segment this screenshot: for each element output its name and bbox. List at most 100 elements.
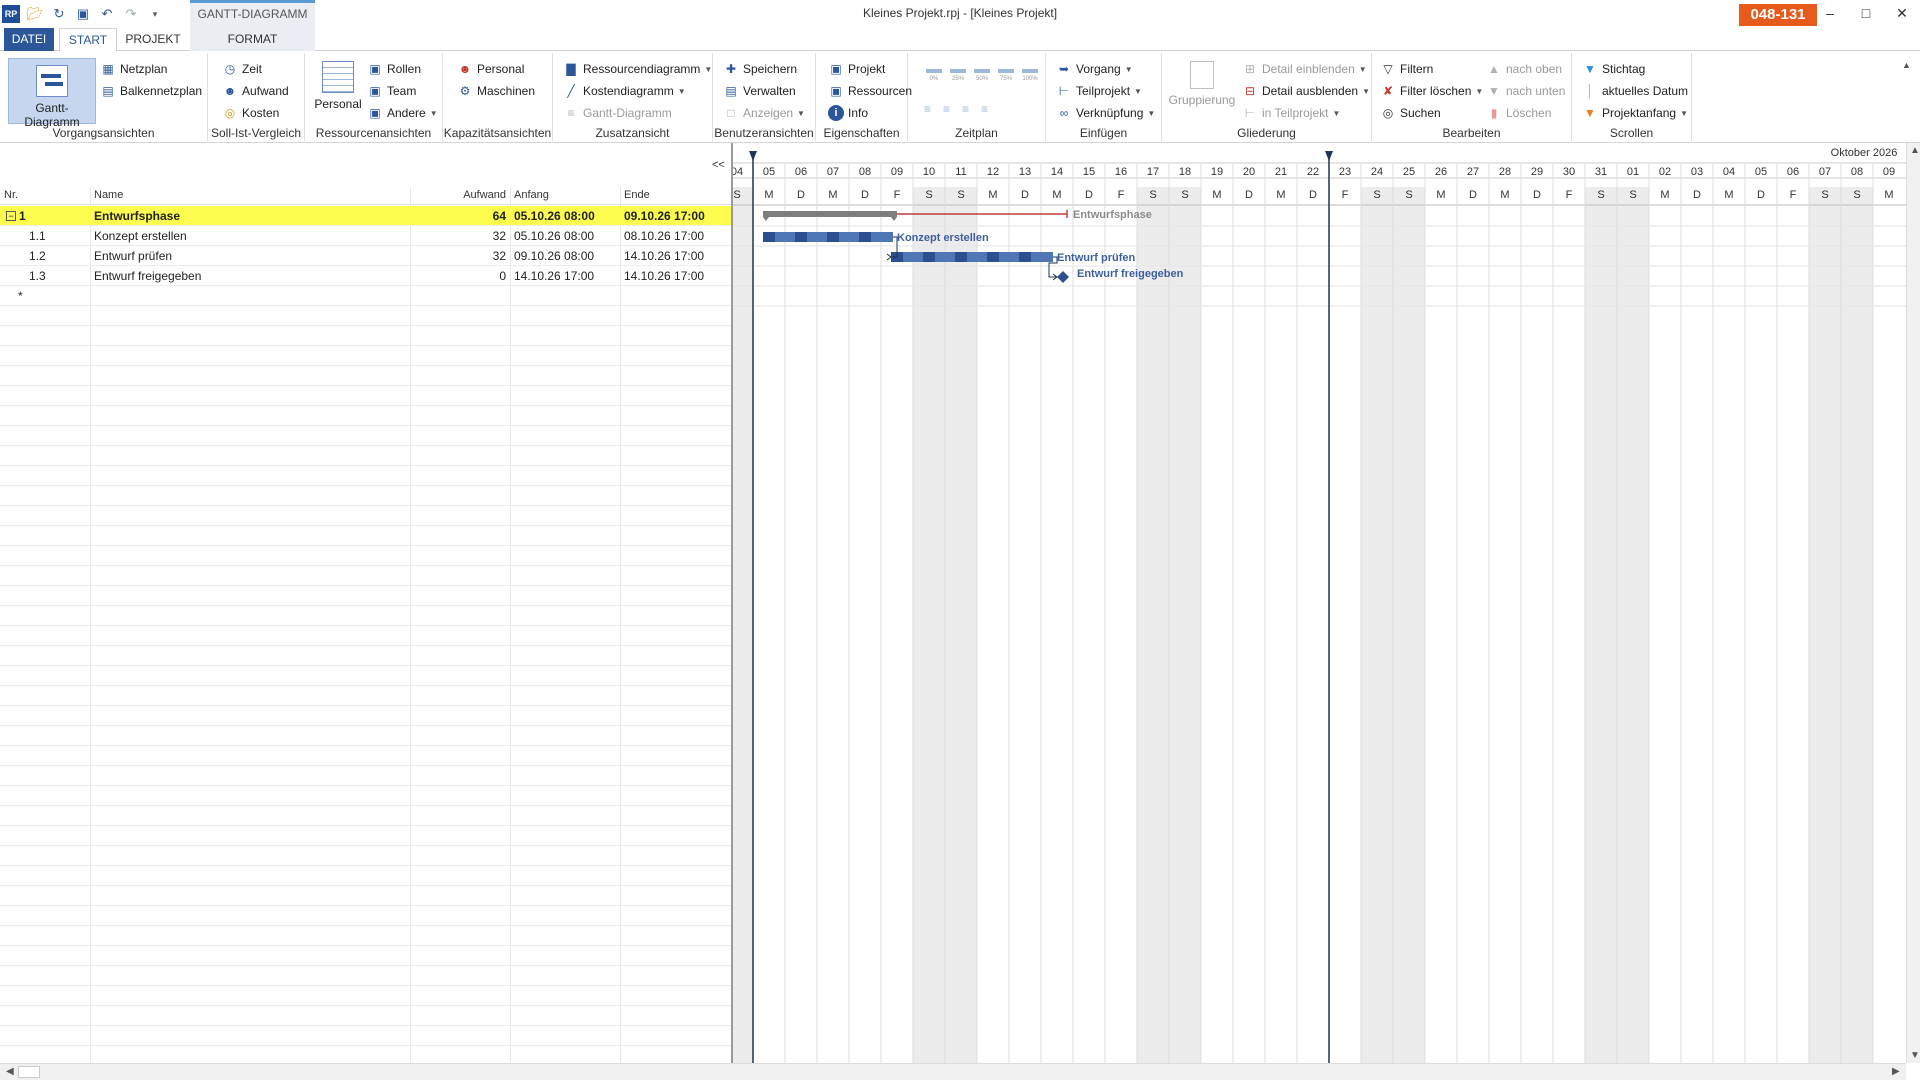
empty-table-row[interactable] — [0, 346, 731, 366]
undo-icon[interactable]: ↶ — [98, 5, 116, 23]
empty-table-row[interactable] — [0, 1006, 731, 1026]
empty-table-row[interactable] — [0, 366, 731, 386]
table-row[interactable]: 1.2 Entwurf prüfen 32 09.10.26 08:00 14.… — [0, 246, 731, 266]
empty-table-row[interactable] — [0, 786, 731, 806]
empty-table-row[interactable] — [0, 626, 731, 646]
aufwand-button[interactable]: ☻ Aufwand — [222, 81, 289, 101]
horizontal-scrollbar[interactable]: ◀ ▶ — [0, 1063, 1906, 1080]
kapazitaet-personal-button[interactable]: ☻ Personal — [457, 59, 525, 79]
table-row[interactable]: − 1 Entwurfsphase 64 05.10.26 08:00 09.1… — [0, 206, 731, 226]
empty-table-row[interactable] — [0, 506, 731, 526]
column-header-anfang[interactable]: Anfang — [514, 189, 549, 201]
empty-table-row[interactable] — [0, 806, 731, 826]
suchen-button[interactable]: ◎ Suchen — [1380, 103, 1441, 123]
new-task-row[interactable]: * — [0, 286, 731, 306]
tab-start[interactable]: START — [59, 28, 117, 52]
maschinen-button[interactable]: ⚙ Maschinen — [457, 81, 535, 101]
empty-table-row[interactable] — [0, 926, 731, 946]
empty-table-row[interactable] — [0, 546, 731, 566]
collapse-icon[interactable]: − — [6, 211, 16, 221]
personal-view-button[interactable]: Personal — [313, 61, 363, 111]
collapse-ribbon-icon[interactable]: ▲ — [1902, 55, 1911, 75]
empty-table-row[interactable] — [0, 526, 731, 546]
empty-table-row[interactable] — [0, 866, 731, 886]
zoom-50-button[interactable]: 50% — [972, 65, 992, 83]
kosten-button[interactable]: ◎ Kosten — [222, 103, 280, 123]
rollen-button[interactable]: ▣ Rollen — [367, 59, 421, 79]
empty-table-row[interactable] — [0, 706, 731, 726]
column-header-aufwand[interactable]: Aufwand — [410, 189, 506, 201]
empty-table-row[interactable] — [0, 566, 731, 586]
verknuepfung-button[interactable]: ∞ Verknüpfung ▼ — [1056, 103, 1156, 123]
empty-table-row[interactable] — [0, 906, 731, 926]
empty-table-row[interactable] — [0, 746, 731, 766]
teilprojekt-button[interactable]: ⊢ Teilprojekt ▼ — [1056, 81, 1142, 101]
scroll-down-icon[interactable]: ▼ — [1910, 1050, 1920, 1061]
empty-table-row[interactable] — [0, 326, 731, 346]
in-teilprojekt-button[interactable]: ⊢ in Teilprojekt ▼ — [1242, 103, 1341, 123]
empty-table-row[interactable] — [0, 766, 731, 786]
zoom-75-button[interactable]: 75% — [996, 65, 1016, 83]
andere-button[interactable]: ▣ Andere ▼ — [367, 103, 437, 123]
nach-oben-button[interactable]: ▲ nach oben — [1486, 59, 1562, 79]
column-header-name[interactable]: Name — [94, 189, 123, 201]
empty-table-row[interactable] — [0, 466, 731, 486]
filter-loeschen-button[interactable]: ✘ Filter löschen ▼ — [1380, 81, 1483, 101]
tab-projekt[interactable]: PROJEKT — [122, 28, 184, 51]
empty-table-row[interactable] — [0, 726, 731, 746]
speichern-button[interactable]: ✚ Speichern — [723, 59, 797, 79]
zoom-0-button[interactable]: 0% — [924, 65, 944, 83]
anzeigen-button[interactable]: □ Anzeigen ▼ — [723, 103, 805, 123]
table-row[interactable]: 1.1 Konzept erstellen 32 05.10.26 08:00 … — [0, 226, 731, 246]
gantt-view-button[interactable]: Gantt-Diagramm — [8, 58, 96, 129]
empty-table-row[interactable] — [0, 986, 731, 1006]
empty-table-row[interactable] — [0, 646, 731, 666]
balkennetzplan-button[interactable]: ▤ Balkennetzplan — [100, 81, 202, 101]
verwalten-button[interactable]: ▤ Verwalten — [723, 81, 795, 101]
aktuelles-datum-button[interactable]: │ aktuelles Datum — [1582, 81, 1688, 101]
table-row[interactable]: 1.3 Entwurf freigegeben 0 14.10.26 17:00… — [0, 266, 731, 286]
empty-table-row[interactable] — [0, 486, 731, 506]
empty-table-row[interactable] — [0, 426, 731, 446]
zoom-25-button[interactable]: 25% — [948, 65, 968, 83]
empty-table-row[interactable] — [0, 446, 731, 466]
tab-datei[interactable]: DATEI — [4, 28, 54, 51]
empty-table-row[interactable] — [0, 946, 731, 966]
collapse-table-button[interactable]: << — [712, 159, 725, 171]
timeline-icons-row[interactable]: ≡ ≡ ≡ ≡ — [924, 99, 988, 119]
redo-icon[interactable]: ↷ — [122, 5, 140, 23]
close-icon[interactable]: ✕ — [1884, 2, 1920, 24]
save-icon[interactable]: ▣ — [74, 5, 92, 23]
vertical-scrollbar[interactable]: ▲ ▼ — [1906, 143, 1920, 1063]
detail-einblenden-button[interactable]: ⊞ Detail einblenden ▼ — [1242, 59, 1367, 79]
empty-table-row[interactable] — [0, 966, 731, 986]
column-header-ende[interactable]: Ende — [624, 189, 650, 201]
projektanfang-button[interactable]: ▼ Projektanfang ▼ — [1582, 103, 1688, 123]
empty-table-row[interactable] — [0, 406, 731, 426]
scroll-right-icon[interactable]: ▶ — [1892, 1066, 1900, 1077]
customize-qat-icon[interactable]: ▾ — [146, 5, 164, 23]
zeit-button[interactable]: ◷ Zeit — [222, 59, 262, 79]
open-folder-icon[interactable]: 📂︎ — [26, 5, 44, 23]
scroll-left-icon[interactable]: ◀ — [6, 1066, 14, 1077]
scroll-up-icon[interactable]: ▲ — [1910, 145, 1920, 156]
zusatz-gantt-button[interactable]: ≡ Gantt-Diagramm — [563, 103, 671, 123]
empty-table-row[interactable] — [0, 846, 731, 866]
ressourcendiagramm-button[interactable]: ▇ Ressourcendiagramm ▼ — [563, 59, 712, 79]
detail-ausblenden-button[interactable]: ⊟ Detail ausblenden ▼ — [1242, 81, 1370, 101]
vorgang-button[interactable]: ➥ Vorgang ▼ — [1056, 59, 1133, 79]
team-button[interactable]: ▣ Team — [367, 81, 416, 101]
column-header-nr[interactable]: Nr. — [4, 189, 18, 201]
empty-table-row[interactable] — [0, 606, 731, 626]
nach-unten-button[interactable]: ▼ nach unten — [1486, 81, 1565, 101]
gruppierung-button[interactable]: Gruppierung — [1166, 61, 1238, 107]
kostendiagramm-button[interactable]: ╱ Kostendiagramm ▼ — [563, 81, 685, 101]
empty-table-row[interactable] — [0, 586, 731, 606]
zoom-100-button[interactable]: 100% — [1020, 65, 1040, 83]
filtern-button[interactable]: ▽ Filtern — [1380, 59, 1433, 79]
minimize-icon[interactable]: – — [1812, 2, 1848, 24]
loeschen-button[interactable]: ▮ Löschen — [1486, 103, 1552, 123]
refresh-icon[interactable]: ↻ — [50, 5, 68, 23]
maximize-icon[interactable]: □ — [1848, 2, 1884, 24]
empty-table-row[interactable] — [0, 886, 731, 906]
